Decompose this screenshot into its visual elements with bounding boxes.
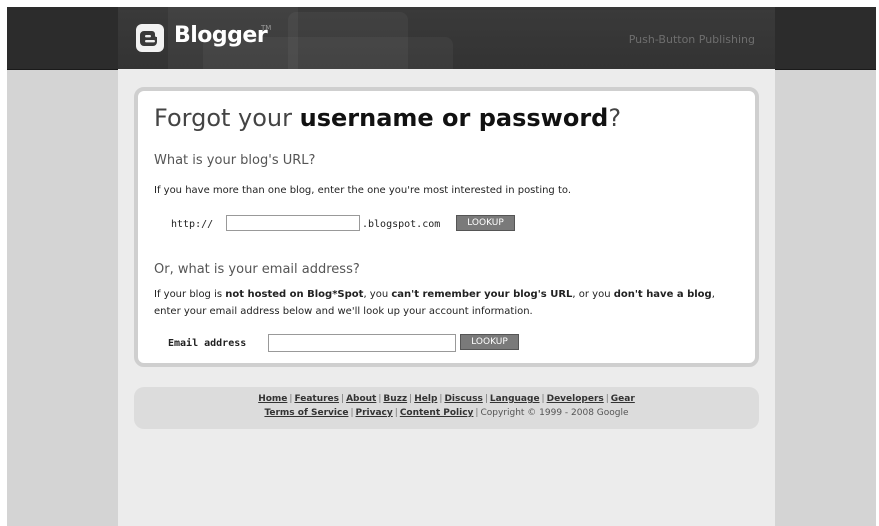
separator: | [394, 408, 398, 418]
url-section-help: If you have more than one blog, enter th… [154, 185, 572, 196]
footer: Home | Features | About | Buzz | Help | Discuss | La… [134, 387, 759, 429]
email-label: Email address [168, 338, 247, 349]
separator: | [350, 408, 354, 418]
separator: | [541, 394, 545, 404]
help-bold: not hosted on Blog*Spot [225, 289, 364, 300]
help-text: , or you [572, 289, 614, 300]
lookup-email-button[interactable]: LOOKUP [460, 334, 519, 350]
separator: | [341, 394, 345, 404]
blogger-logo-text[interactable]: Blogger [174, 23, 268, 48]
header: Blogger TM Push-Button Publishing [118, 7, 775, 69]
trademark-mark: TM [261, 24, 272, 32]
separator: | [605, 394, 609, 404]
page-title: Forgot your username or password? [154, 104, 621, 132]
footer-link-about[interactable]: About [346, 394, 376, 404]
title-prefix: Forgot your [154, 104, 300, 132]
blog-url-input[interactable] [226, 215, 360, 231]
email-input[interactable] [268, 334, 456, 352]
footer-links-row2: Terms of Service | Privacy | Content Policy |… [134, 408, 759, 418]
footer-link-privacy[interactable]: Privacy [356, 408, 393, 418]
separator: | [484, 394, 488, 404]
footer-link-discuss[interactable]: Discuss [444, 394, 482, 404]
forgot-password-panel: Forgot your username or password? What i… [134, 87, 759, 367]
header-decoration [288, 12, 408, 69]
footer-links-row1: Home | Features | About | Buzz | Help | Discuss | La… [134, 394, 759, 404]
browser-viewport: Blogger TM Push-Button Publishing Forgot… [7, 7, 876, 526]
footer-link-home[interactable]: Home [258, 394, 287, 404]
footer-link-developers[interactable]: Developers [547, 394, 604, 404]
tagline: Push-Button Publishing [628, 33, 755, 46]
help-bold: don't have a blog [613, 289, 712, 300]
footer-link-terms[interactable]: Terms of Service [264, 408, 348, 418]
footer-link-language[interactable]: Language [490, 394, 540, 404]
url-section-heading: What is your blog's URL? [154, 153, 316, 168]
help-bold: can't remember your blog's URL [391, 289, 573, 300]
blogger-b-icon [140, 31, 157, 46]
copyright: Copyright © 1999 - 2008 Google [480, 408, 629, 418]
footer-link-buzz[interactable]: Buzz [383, 394, 407, 404]
blogger-logo-icon[interactable] [136, 24, 164, 52]
footer-link-content-policy[interactable]: Content Policy [400, 408, 474, 418]
footer-link-gear[interactable]: Gear [611, 394, 635, 404]
url-suffix: .blogspot.com [362, 219, 441, 230]
email-section-help: If your blog is not hosted on Blog*Spot,… [154, 286, 744, 320]
top-bar: Blogger TM Push-Button Publishing [7, 7, 876, 70]
footer-link-features[interactable]: Features [294, 394, 339, 404]
lookup-url-button[interactable]: LOOKUP [456, 215, 515, 231]
title-suffix: ? [608, 104, 622, 132]
email-section-heading: Or, what is your email address? [154, 262, 360, 277]
help-text: If your blog is [154, 289, 226, 300]
footer-link-help[interactable]: Help [414, 394, 437, 404]
content-column: Forgot your username or password? What i… [118, 69, 775, 526]
help-text: , you [363, 289, 392, 300]
title-bold: username or password [299, 104, 609, 132]
url-prefix: http:// [171, 219, 214, 230]
